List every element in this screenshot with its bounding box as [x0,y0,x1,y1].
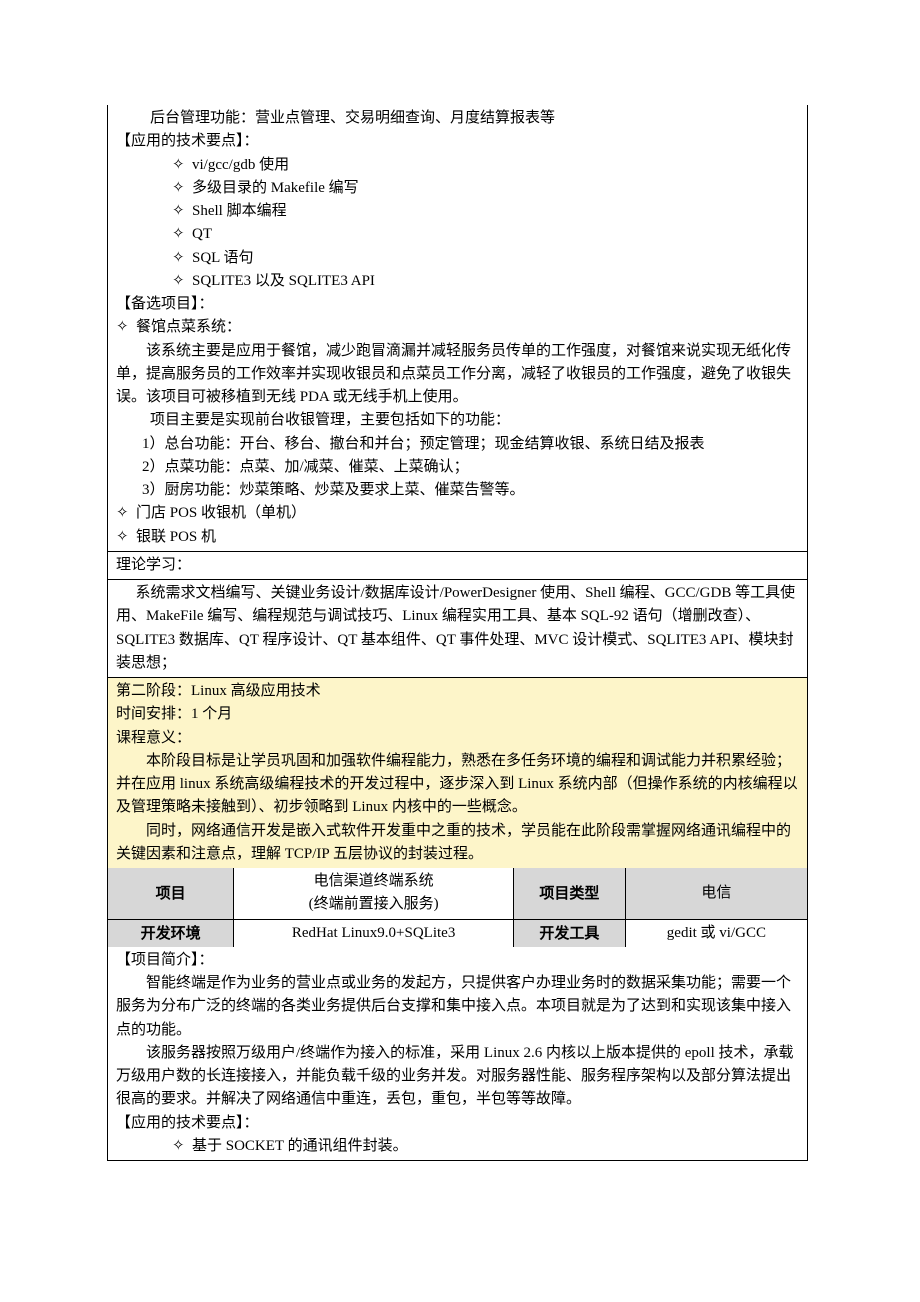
th-tool: 开发工具 [513,919,625,947]
diamond-icon: ✧ [172,177,192,200]
tech-item: ✧ vi/gcc/gdb 使用 [108,154,807,177]
theory-heading: 理论学习： [116,557,191,573]
diamond-icon: ✧ [116,316,136,339]
diamond-icon: ✧ [116,526,136,549]
alt-project-1-desc1: 该系统主要是应用于餐馆，减少跑冒滴漏并减轻服务员传单的工作强度，对餐馆来说实现无… [108,340,807,410]
project-intro-p1: 智能终端是作为业务的营业点或业务的发起方，只提供客户办理业务时的数据采集功能；需… [108,972,807,1042]
td-project-name: 电信渠道终端系统 (终端前置接入服务) [234,868,514,919]
tech-item: ✧ QT [108,223,807,246]
project-intro-heading: 【项目简介】： [108,949,807,972]
tech-points-heading-2: 【应用的技术要点】： [108,1112,807,1135]
backend-feature-line: 后台管理功能：营业点管理、交易明细查询、月度结算报表等 [108,107,807,130]
phase2-p2: 同时，网络通信开发是嵌入式软件开发重中之重的技术，学员能在此阶段需掌握网络通讯编… [108,820,807,867]
phase2-time: 时间安排：1 个月 [108,703,807,726]
diamond-icon: ✧ [172,154,192,177]
section-continuation: 后台管理功能：营业点管理、交易明细查询、月度结算报表等 【应用的技术要点】： ✧… [108,105,807,551]
td-env: RedHat Linux9.0+SQLite3 [234,919,514,947]
alt-project-3: ✧ 银联 POS 机 [108,526,807,549]
diamond-icon: ✧ [172,270,192,293]
th-type: 项目类型 [513,868,625,919]
phase2-meaning-label: 课程意义： [108,727,807,750]
tech-item-text: SQL 语句 [192,247,254,270]
th-env: 开发环境 [108,919,234,947]
project-intro-p2: 该服务器按照万级用户/终端作为接入的标准，采用 Linux 2.6 内核以上版本… [108,1042,807,1112]
project-table: 项目 电信渠道终端系统 (终端前置接入服务) 项目类型 电信 开发环境 RedH… [108,868,807,947]
alt-project-1-item: 3）厨房功能：炒菜策略、炒菜及要求上菜、催菜告警等。 [108,479,807,502]
tech-points-heading: 【应用的技术要点】： [108,130,807,153]
alt-project-1-item: 2）点菜功能：点菜、加/减菜、催菜、上菜确认； [108,456,807,479]
tech-item-text: vi/gcc/gdb 使用 [192,154,289,177]
phase2-title: 第二阶段：Linux 高级应用技术 [108,680,807,703]
alt-project-2-text: 门店 POS 收银机（单机） [136,502,306,525]
tech-item-text: 多级目录的 Makefile 编写 [192,177,359,200]
alt-project-1-item: 1）总台功能：开台、移台、撤台和并台；预定管理；现金结算收银、系统日结及报表 [108,433,807,456]
tech-item: ✧ 基于 SOCKET 的通讯组件封装。 [108,1135,807,1158]
phase2-p1: 本阶段目标是让学员巩固和加强软件编程能力，熟悉在多任务环境的编程和调试能力并积累… [108,750,807,820]
diamond-icon: ✧ [172,200,192,223]
tech-item-text: QT [192,223,212,246]
diamond-icon: ✧ [172,1135,192,1158]
tech-item: ✧ 多级目录的 Makefile 编写 [108,177,807,200]
project-name-l2: (终端前置接入服务) [238,893,509,916]
tech-item: ✧ Shell 脚本编程 [108,200,807,223]
theory-body-row: 系统需求文档编写、关键业务设计/数据库设计/PowerDesigner 使用、S… [108,579,807,677]
phase2-block: 第二阶段：Linux 高级应用技术 时间安排：1 个月 课程意义： 本阶段目标是… [108,677,807,868]
tech-item-text: SQLITE3 以及 SQLITE3 API [192,270,375,293]
diamond-icon: ✧ [172,223,192,246]
alt-project-3-text: 银联 POS 机 [136,526,216,549]
project-name-l1: 电信渠道终端系统 [238,870,509,893]
alt-project-1: ✧ 餐馆点菜系统： [108,316,807,339]
tech-item-text: 基于 SOCKET 的通讯组件封装。 [192,1135,408,1158]
document-outer: 后台管理功能：营业点管理、交易明细查询、月度结算报表等 【应用的技术要点】： ✧… [107,105,808,1161]
td-type: 电信 [625,868,807,919]
diamond-icon: ✧ [116,502,136,525]
alt-projects-heading: 【备选项目】： [108,293,807,316]
tech-item: ✧ SQLITE3 以及 SQLITE3 API [108,270,807,293]
tech-item: ✧ SQL 语句 [108,247,807,270]
th-project: 项目 [108,868,234,919]
theory-body: 系统需求文档编写、关键业务设计/数据库设计/PowerDesigner 使用、S… [108,582,807,675]
alt-project-2: ✧ 门店 POS 收银机（单机） [108,502,807,525]
td-tool: gedit 或 vi/GCC [625,919,807,947]
theory-heading-row: 理论学习： [108,551,807,579]
alt-project-1-desc2: 项目主要是实现前台收银管理，主要包括如下的功能： [108,409,807,432]
alt-project-1-title: 餐馆点菜系统： [136,316,241,339]
section-project-intro: 【项目简介】： 智能终端是作为业务的营业点或业务的发起方，只提供客户办理业务时的… [108,947,807,1160]
diamond-icon: ✧ [172,247,192,270]
tech-item-text: Shell 脚本编程 [192,200,287,223]
